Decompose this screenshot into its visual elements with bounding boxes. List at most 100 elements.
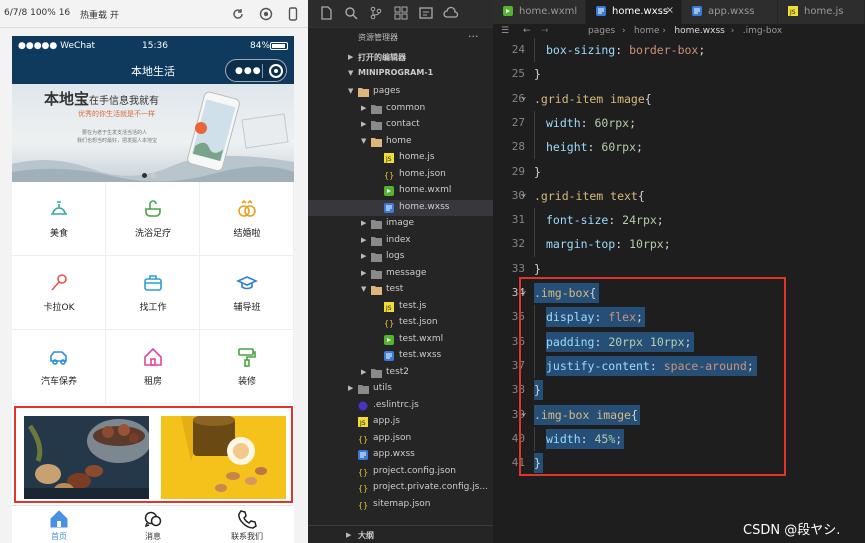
chevron-right-icon[interactable]: ▶ bbox=[361, 368, 366, 376]
breadcrumb-item[interactable]: pages bbox=[588, 26, 615, 36]
editor-tab[interactable]: JS home.js bbox=[778, 0, 865, 24]
cloud-icon[interactable] bbox=[443, 5, 459, 21]
chevron-right-icon[interactable]: ▶ bbox=[361, 120, 366, 128]
tree-file[interactable]: {} test.json bbox=[308, 315, 493, 332]
chevron-right-icon[interactable]: ▶ bbox=[361, 252, 366, 260]
more-actions-icon[interactable]: ··· bbox=[468, 30, 479, 43]
grid-item[interactable]: 找工作 bbox=[106, 256, 200, 330]
source-control-icon[interactable] bbox=[368, 5, 384, 21]
tree-item-label: project.private.config.js... bbox=[373, 482, 488, 492]
fold-chevron-icon[interactable]: ⌄ bbox=[521, 189, 526, 199]
menu-capsule[interactable]: ●●● bbox=[225, 59, 287, 82]
chevron-down-icon[interactable]: ▼ bbox=[361, 285, 366, 293]
project-section[interactable]: ▼ MINIPROGRAM-1 bbox=[308, 66, 493, 83]
tree-folder[interactable]: ▼ test bbox=[308, 282, 493, 299]
tree-folder[interactable]: ▶ image bbox=[308, 216, 493, 233]
editor-tab[interactable]: app.wxss bbox=[682, 0, 778, 24]
tree-folder[interactable]: ▶ test2 bbox=[308, 365, 493, 382]
grid-item[interactable]: 汽车保养 bbox=[12, 330, 106, 404]
code-line[interactable]: 31 font-size: 24rpx; bbox=[493, 208, 865, 232]
tree-file[interactable]: test.wxml bbox=[308, 332, 493, 349]
tab-item[interactable]: 首页 bbox=[12, 506, 106, 543]
chevron-right-icon[interactable]: ▶ bbox=[361, 236, 366, 244]
fold-chevron-icon[interactable]: ⌄ bbox=[521, 92, 526, 102]
swiper-indicator[interactable] bbox=[142, 168, 160, 181]
tree-file[interactable]: .eslintrc.js bbox=[308, 398, 493, 415]
tree-folder[interactable]: ▶ message bbox=[308, 266, 493, 283]
files-icon[interactable] bbox=[318, 5, 334, 21]
chevron-right-icon[interactable]: ▶ bbox=[361, 219, 366, 227]
refresh-icon[interactable] bbox=[230, 6, 246, 22]
forward-arrow-icon[interactable]: → bbox=[541, 26, 549, 36]
tree-folder[interactable]: ▶ contact bbox=[308, 117, 493, 134]
chevron-right-icon[interactable]: ▶ bbox=[361, 104, 366, 112]
tree-file[interactable]: JS home.js bbox=[308, 150, 493, 167]
editor-tab[interactable]: home.wxss × bbox=[586, 0, 682, 24]
back-arrow-icon[interactable]: ← bbox=[523, 26, 531, 36]
tab-item[interactable]: 联系我们 bbox=[200, 506, 294, 543]
outline-section[interactable]: ▶ 大纲 bbox=[308, 525, 493, 543]
food-photo-dates[interactable] bbox=[24, 416, 149, 499]
open-editors-section[interactable]: ▶ 打开的编辑器 bbox=[308, 50, 493, 67]
code-line[interactable]: 32 margin-top: 10rpx; bbox=[493, 232, 865, 256]
code-line[interactable]: 24 box-sizing: border-box; bbox=[493, 38, 865, 62]
breadcrumb-item[interactable]: .img-box bbox=[743, 26, 782, 36]
menu-lines-icon[interactable]: ☰ bbox=[501, 26, 509, 36]
chevron-right-icon[interactable]: ▶ bbox=[361, 269, 366, 277]
editor-tab[interactable]: home.wxml bbox=[493, 0, 586, 24]
chevron-down-icon[interactable]: ▼ bbox=[361, 137, 366, 145]
food-photo-nuts[interactable] bbox=[161, 416, 286, 499]
tree-file[interactable]: JS app.js bbox=[308, 414, 493, 431]
breadcrumb-item[interactable]: home.wxss bbox=[674, 26, 724, 36]
tree-folder[interactable]: ▶ utils bbox=[308, 381, 493, 398]
tree-folder[interactable]: ▼ home bbox=[308, 134, 493, 151]
phone-mode-icon[interactable] bbox=[285, 6, 301, 22]
tree-file[interactable]: app.wxss bbox=[308, 447, 493, 464]
tree-file[interactable]: {} sitemap.json bbox=[308, 497, 493, 514]
breadcrumb-item[interactable]: home bbox=[634, 26, 660, 36]
tree-folder[interactable]: ▶ index bbox=[308, 233, 493, 250]
code-line[interactable]: 26 ⌄ .grid-item image{ bbox=[493, 87, 865, 111]
banner-subtitle: 优秀的你生活就是不一样 bbox=[78, 110, 155, 118]
grid-item[interactable]: 洗浴足疗 bbox=[106, 182, 200, 256]
close-miniprogram-icon[interactable] bbox=[269, 64, 283, 78]
tab-item[interactable]: 消息 bbox=[106, 506, 200, 543]
chevron-right-icon[interactable]: ▶ bbox=[348, 384, 353, 392]
grid-item[interactable]: 辅导班 bbox=[200, 256, 294, 330]
code-line[interactable]: 30 ⌄ .grid-item text{ bbox=[493, 184, 865, 208]
js-file-icon: JS bbox=[788, 6, 799, 18]
tree-file[interactable]: {} app.json bbox=[308, 431, 493, 448]
chevron-down-icon[interactable]: ▼ bbox=[348, 87, 353, 95]
tree-file[interactable]: test.wxss bbox=[308, 348, 493, 365]
tree-file[interactable]: home.wxml bbox=[308, 183, 493, 200]
tree-folder[interactable]: ▶ logs bbox=[308, 249, 493, 266]
device-selector[interactable]: 6/7/8 100% 16 bbox=[4, 8, 70, 18]
code-line[interactable]: 27 width: 60rpx; bbox=[493, 111, 865, 135]
tree-file[interactable]: {} project.private.config.js... bbox=[308, 480, 493, 497]
code-line[interactable]: 28 height: 60rpx; bbox=[493, 135, 865, 159]
tree-folder[interactable]: ▼ pages bbox=[308, 84, 493, 101]
stop-record-icon[interactable] bbox=[258, 6, 274, 22]
tree-folder[interactable]: ▶ common bbox=[308, 101, 493, 118]
close-icon[interactable]: × bbox=[666, 5, 674, 16]
code-line[interactable]: 29} bbox=[493, 160, 865, 184]
tree-file[interactable]: JS test.js bbox=[308, 299, 493, 316]
search-icon[interactable] bbox=[343, 5, 359, 21]
tree-item-label: utils bbox=[373, 383, 392, 393]
grid-item[interactable]: 卡拉OK bbox=[12, 256, 106, 330]
extensions-icon[interactable] bbox=[393, 5, 409, 21]
hot-reload-toggle[interactable]: 热重载 开 bbox=[80, 8, 119, 21]
grid-item[interactable]: 美食 bbox=[12, 182, 106, 256]
tab-label: 首页 bbox=[51, 532, 67, 541]
tree-file[interactable]: {} home.json bbox=[308, 167, 493, 184]
grid-item[interactable]: 装修 bbox=[200, 330, 294, 404]
grid-item[interactable]: 租房 bbox=[106, 330, 200, 404]
more-icon[interactable]: ●●● bbox=[235, 66, 262, 76]
tree-file[interactable]: home.wxss bbox=[308, 199, 493, 216]
debug-icon[interactable] bbox=[418, 5, 434, 21]
grid-item[interactable]: 结婚啦 bbox=[200, 182, 294, 256]
banner-swiper[interactable]: 本地宝在手信息我就有 优秀的你生活就是不一样 要在为老于生发支活当活的人 我们也… bbox=[12, 84, 294, 182]
tree-file[interactable]: {} project.config.json bbox=[308, 464, 493, 481]
svg-text:{}: {} bbox=[358, 501, 368, 510]
code-line[interactable]: 25} bbox=[493, 62, 865, 86]
